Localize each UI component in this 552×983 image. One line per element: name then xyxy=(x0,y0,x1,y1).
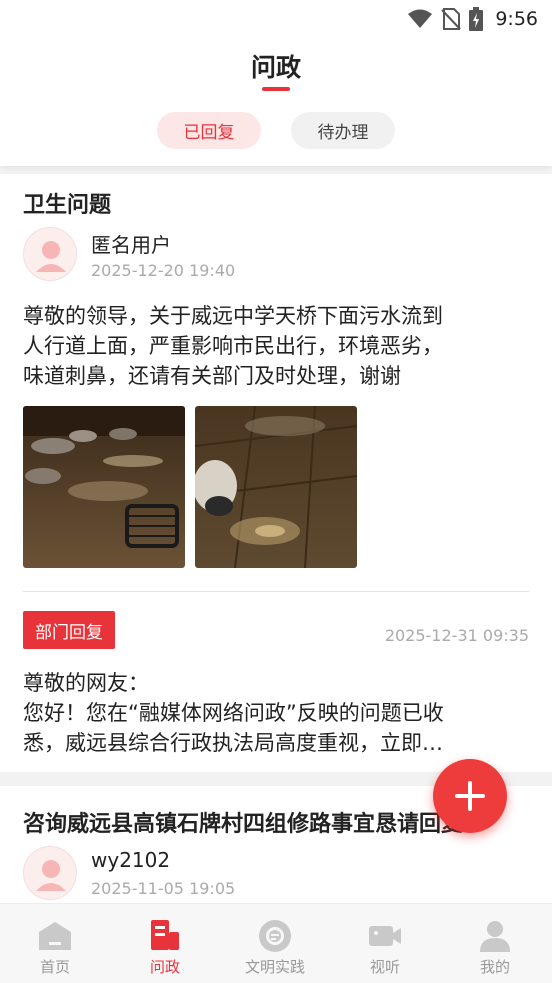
page-title: 问政 xyxy=(250,53,301,82)
reply-content-line: 尊敬的网友： xyxy=(23,671,149,695)
tab-replied[interactable]: 已回复 xyxy=(157,112,261,149)
post-content: 尊敬的领导，关于威远中学天桥下面污水流到 人行道上面，严重影响市民出行，环境恶劣… xyxy=(23,301,533,391)
add-post-button[interactable] xyxy=(433,759,507,833)
nav-label: 文明实践 xyxy=(244,958,305,976)
nav-item-profile[interactable]: 我的 xyxy=(440,904,550,983)
nav-label: 视听 xyxy=(369,958,400,976)
avatar xyxy=(23,227,77,281)
default-avatar-icon xyxy=(36,860,66,891)
status-tabs: 已回复 待办理 xyxy=(0,112,552,150)
wifi-icon xyxy=(408,9,433,28)
post-time: 2025-11-05 19:05 xyxy=(91,879,236,898)
wenzheng-icon xyxy=(151,920,179,950)
post-photo[interactable] xyxy=(23,406,185,568)
nav-label: 问政 xyxy=(149,958,180,976)
post-title: 卫生问题 xyxy=(23,193,112,218)
profile-icon xyxy=(480,921,510,952)
post-time: 2025-12-20 19:40 xyxy=(91,261,236,280)
user-name: wy2102 xyxy=(91,848,171,872)
nav-item-civilization[interactable]: 文明实践 xyxy=(220,904,330,983)
department-reply-badge: 部门回复 xyxy=(23,611,115,649)
status-bar: 9:56 xyxy=(0,0,552,38)
wet-pavement-photo xyxy=(195,406,357,568)
status-time: 9:56 xyxy=(495,8,538,30)
nav-item-wenzheng[interactable]: 问政 xyxy=(110,904,220,983)
video-icon xyxy=(369,926,401,946)
app-screen: 9:56 问政 已回复 待办理 卫生问题 匿名用户 2025-12-20 19:… xyxy=(0,0,552,983)
title-underline xyxy=(262,87,290,91)
reply-time: 2025-12-31 09:35 xyxy=(384,626,529,645)
civilization-icon xyxy=(259,920,291,952)
home-icon xyxy=(39,922,71,950)
street-night-photo xyxy=(23,406,185,568)
default-avatar-icon xyxy=(36,241,66,272)
plus-icon xyxy=(455,781,485,811)
nav-label: 我的 xyxy=(479,958,510,976)
divider xyxy=(23,591,529,592)
nav-label: 首页 xyxy=(39,958,70,976)
nav-item-video[interactable]: 视听 xyxy=(330,904,440,983)
post-photo[interactable] xyxy=(195,406,357,568)
reply-content-line: 您好！您在“融媒体网络问政”反映的问题已收 xyxy=(23,701,444,725)
nav-item-home[interactable]: 首页 xyxy=(0,904,110,983)
avatar xyxy=(23,846,77,900)
post-title: 咨询威远县高镇石牌村四组修路事宜恳请回复 xyxy=(23,812,464,837)
page-header: 问政 已回复 待办理 xyxy=(0,38,552,166)
post-content-line: 人行道上面，严重影响市民出行，环境恶劣， xyxy=(23,334,443,358)
no-sim-icon xyxy=(441,8,462,30)
post-content-line: 味道刺鼻，还请有关部门及时处理，谢谢 xyxy=(23,364,401,388)
reply-content-line: 悉，威远县综合行政执法局高度重视，立即… xyxy=(23,731,443,755)
post-card[interactable]: 卫生问题 匿名用户 2025-12-20 19:40 尊敬的领导，关于威远中学天… xyxy=(0,174,552,772)
tab-pending[interactable]: 待办理 xyxy=(291,112,395,149)
reply-content: 尊敬的网友： 您好！您在“融媒体网络问政”反映的问题已收 悉，威远县综合行政执法… xyxy=(23,668,523,758)
bottom-nav: 首页 问政 文明实践 视听 我的 xyxy=(0,903,552,983)
post-content-line: 尊敬的领导，关于威远中学天桥下面污水流到 xyxy=(23,304,443,328)
battery-charging-icon xyxy=(469,7,484,31)
user-name: 匿名用户 xyxy=(91,233,171,257)
